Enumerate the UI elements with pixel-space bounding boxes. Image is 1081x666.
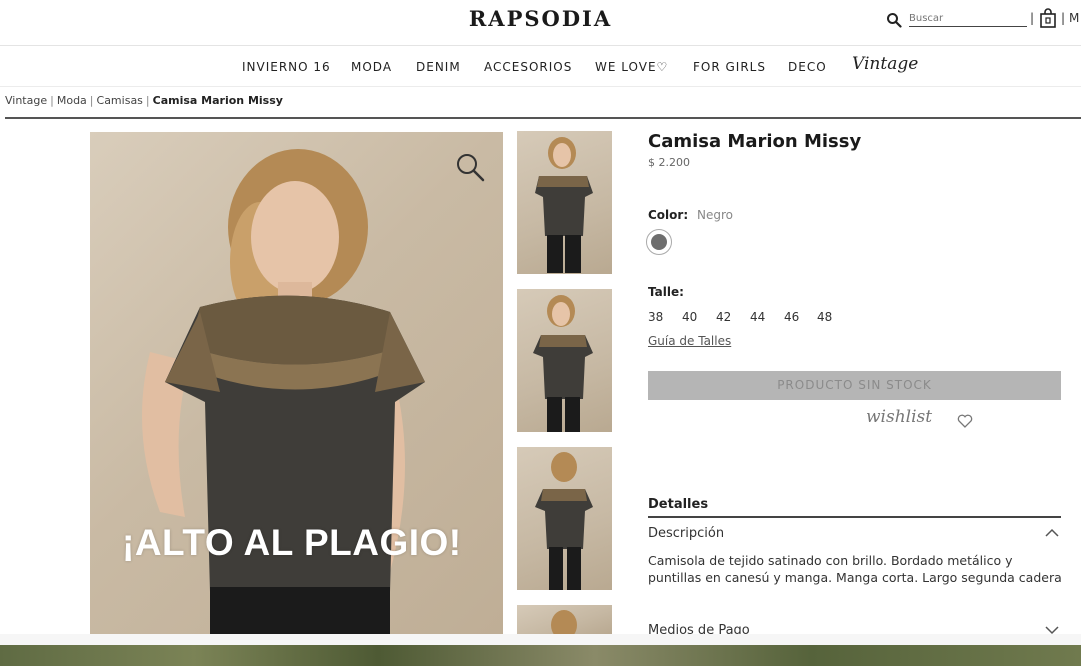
- search-icon[interactable]: [886, 12, 902, 28]
- shopping-bag-icon[interactable]: [1039, 8, 1057, 28]
- thumbnail-image: [535, 137, 593, 273]
- color-label: Color:: [648, 208, 689, 222]
- zoom-icon[interactable]: [455, 152, 485, 182]
- wishlist-link[interactable]: wishlist: [866, 407, 932, 427]
- nav-item-for-girls[interactable]: FOR GIRLS: [693, 60, 766, 74]
- header-separator: |: [1030, 11, 1035, 25]
- breadcrumb-current: Camisa Marion Missy: [152, 94, 283, 107]
- swatch-fill: [651, 234, 667, 250]
- size-guide-link[interactable]: Guía de Talles: [648, 334, 731, 348]
- breadcrumb-link[interactable]: Camisas: [97, 94, 143, 107]
- breadcrumb-link[interactable]: Vintage: [5, 94, 47, 107]
- breadcrumb-separator: |: [89, 94, 94, 107]
- size-option[interactable]: 44: [750, 310, 765, 324]
- nav-item-accesorios[interactable]: ACCESORIOS: [484, 60, 572, 74]
- background-photo-strip: [0, 645, 1081, 666]
- nav-item-invierno[interactable]: INVIERNO 16: [242, 60, 331, 74]
- description-text: Camisola de tejido satinado con brillo. …: [648, 553, 1062, 585]
- page-bottom-edge: [0, 634, 1081, 645]
- size-option[interactable]: 42: [716, 310, 731, 324]
- header-separator: |: [1061, 11, 1066, 25]
- size-label: Talle:: [648, 285, 684, 299]
- watermark-text: ¡ALTO AL PLAGIO!: [122, 522, 462, 563]
- product-title: Camisa Marion Missy: [648, 131, 862, 152]
- main-nav: INVIERNO 16 MODA DENIM ACCESORIOS WE LOV…: [0, 46, 1081, 86]
- heart-icon[interactable]: [957, 414, 973, 428]
- breadcrumb-separator: |: [50, 94, 54, 107]
- size-option[interactable]: 40: [682, 310, 697, 324]
- breadcrumb-separator: |: [145, 94, 150, 107]
- nav-item-denim[interactable]: DENIM: [416, 60, 461, 74]
- details-divider: [648, 516, 1061, 518]
- product-thumbnail[interactable]: [517, 289, 612, 432]
- product-thumbnail[interactable]: [517, 447, 612, 590]
- search-input[interactable]: [909, 11, 1027, 27]
- product-price: $ 2.200: [648, 156, 690, 169]
- thumbnail-image: [551, 610, 577, 634]
- breadcrumb: Vintage | Moda | Camisas | Camisa Marion Missy: [5, 94, 283, 107]
- nav-item-deco[interactable]: DECO: [788, 60, 827, 74]
- details-heading: Detalles: [648, 497, 709, 512]
- header: RAPSODIA | | M: [0, 0, 1081, 46]
- nav-divider: [0, 86, 1081, 87]
- color-swatch[interactable]: [646, 229, 672, 255]
- thumbnail-image: [533, 295, 593, 432]
- nav-item-vintage[interactable]: Vintage: [852, 54, 918, 74]
- size-option[interactable]: 38: [648, 310, 663, 324]
- size-option[interactable]: 48: [817, 310, 832, 324]
- breadcrumb-divider: [5, 117, 1081, 119]
- color-value: Negro: [697, 208, 733, 222]
- product-thumbnail[interactable]: [517, 605, 612, 634]
- nav-item-we-love[interactable]: WE LOVE♡: [595, 60, 668, 74]
- thumbnail-image: [535, 452, 593, 590]
- out-of-stock-button[interactable]: PRODUCTO SIN STOCK: [648, 371, 1061, 400]
- size-option[interactable]: 46: [784, 310, 799, 324]
- chevron-up-icon[interactable]: [1044, 527, 1060, 539]
- breadcrumb-link[interactable]: Moda: [57, 94, 87, 107]
- description-accordion[interactable]: Descripción: [648, 526, 724, 541]
- account-link[interactable]: M: [1069, 11, 1079, 25]
- nav-item-moda[interactable]: MODA: [351, 60, 392, 74]
- product-thumbnail[interactable]: [517, 131, 612, 274]
